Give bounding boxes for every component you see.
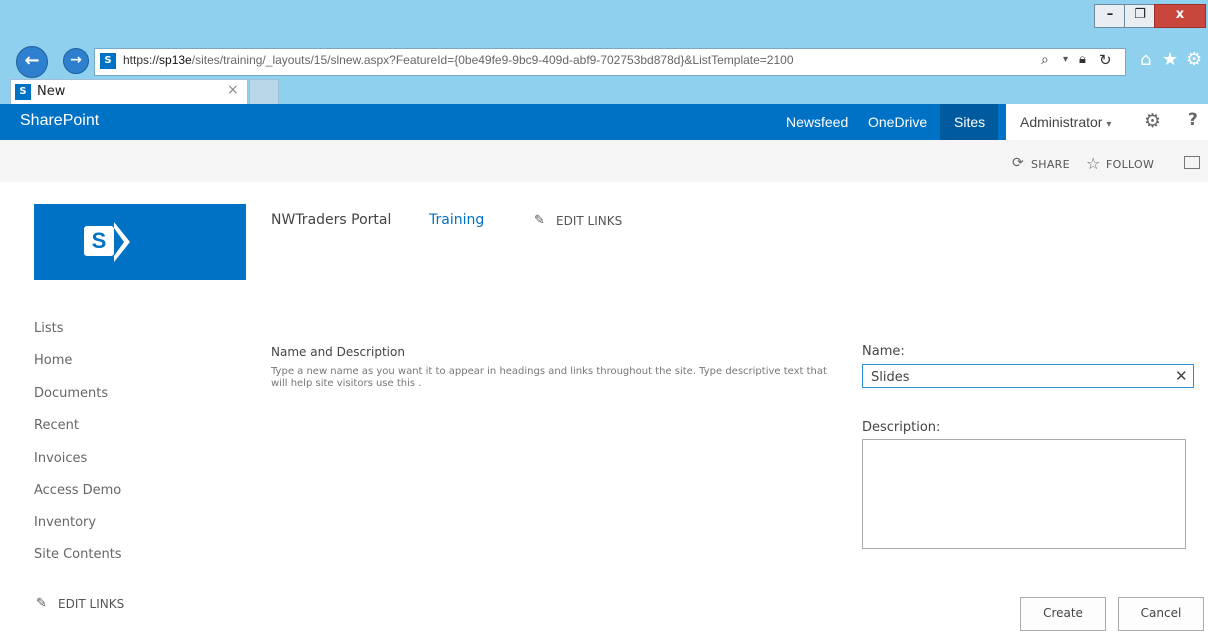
share-button[interactable]: SHARE [1031, 158, 1070, 171]
back-button[interactable]: ← [16, 46, 48, 78]
follow-button[interactable]: FOLLOW [1106, 158, 1154, 171]
home-icon[interactable]: ⌂ [1140, 49, 1151, 70]
restore-button[interactable]: ❐ [1124, 4, 1156, 28]
tab-close-icon[interactable]: × [227, 82, 239, 98]
leftnav-pencil-icon: ✎ [36, 596, 47, 611]
create-button[interactable]: Create [1020, 597, 1106, 631]
action-bar: ⟳ SHARE ☆ FOLLOW [0, 140, 1208, 182]
url-scheme: https:// [123, 53, 160, 67]
suite-link-onedrive[interactable]: OneDrive [868, 114, 927, 130]
leftnav-item-inventory[interactable]: Inventory [34, 515, 96, 530]
clear-icon[interactable]: ✕ [1175, 367, 1188, 385]
leftnav-item-access-demo[interactable]: Access Demo [34, 483, 121, 498]
gear-icon[interactable]: ⚙ [1144, 110, 1161, 132]
close-window-button[interactable]: x [1154, 4, 1206, 28]
leftnav-item-recent[interactable]: Recent [34, 418, 79, 433]
site-logo[interactable]: S [34, 204, 246, 280]
leftnav-item-site-contents[interactable]: Site Contents [34, 547, 122, 562]
topnav-edit-links[interactable]: EDIT LINKS [556, 214, 622, 228]
url-path: /sites/training/_layouts/15/slnew.aspx?F… [191, 53, 794, 67]
tab-favicon-icon: S [15, 84, 31, 100]
address-bar[interactable]: S https://sp13e/sites/training/_layouts/… [94, 48, 1126, 76]
suite-link-sites[interactable]: Sites [954, 114, 985, 130]
description-label: Description: [862, 420, 941, 435]
settings-gear-icon[interactable]: ⚙ [1186, 49, 1202, 70]
leftnav-item-lists[interactable]: Lists [34, 321, 64, 336]
url-host: sp13e [159, 53, 192, 67]
follow-star-icon[interactable]: ☆ [1086, 154, 1101, 173]
pencil-icon: ✎ [534, 213, 545, 228]
forward-button[interactable]: → [63, 48, 89, 74]
suite-link-newsfeed[interactable]: Newsfeed [786, 114, 848, 130]
minimize-button[interactable]: – [1094, 4, 1126, 28]
topnav-portal-link[interactable]: NWTraders Portal [271, 212, 391, 228]
new-tab-button[interactable] [249, 79, 279, 104]
leftnav-edit-links[interactable]: EDIT LINKS [58, 597, 124, 611]
section-title: Name and Description [271, 345, 405, 359]
favorites-star-icon[interactable]: ★ [1162, 49, 1178, 70]
name-label: Name: [862, 344, 905, 359]
dropdown-arrow-icon[interactable]: ▾ [1063, 54, 1068, 65]
browser-chrome: – ❐ x ← → S https://sp13e/sites/training… [0, 0, 1208, 104]
search-icon[interactable]: ⌕ [1041, 52, 1049, 68]
leftnav-item-invoices[interactable]: Invoices [34, 451, 87, 466]
name-input[interactable] [869, 366, 1163, 388]
site-favicon-icon: S [100, 53, 116, 69]
user-menu[interactable]: Administrator ▾ [1020, 114, 1111, 130]
browser-tab-new[interactable]: S New × [10, 79, 248, 104]
user-area: Administrator ▾ ⚙ ? [1006, 104, 1208, 140]
help-icon[interactable]: ? [1188, 110, 1198, 130]
chevron-down-icon: ▾ [1106, 119, 1112, 130]
description-input[interactable] [862, 439, 1186, 549]
user-name: Administrator [1020, 114, 1103, 130]
logo-letter: S [84, 226, 114, 256]
cancel-button[interactable]: Cancel [1118, 597, 1204, 631]
focus-on-content-icon[interactable] [1184, 156, 1200, 169]
leftnav-item-documents[interactable]: Documents [34, 386, 108, 401]
refresh-icon[interactable]: ↻ [1099, 51, 1112, 69]
name-field[interactable]: ✕ [862, 364, 1194, 388]
share-icon[interactable]: ⟳ [1012, 155, 1024, 171]
topnav-training-link[interactable]: Training [429, 212, 484, 228]
leftnav-item-home[interactable]: Home [34, 353, 72, 368]
tab-title: New [37, 84, 66, 99]
section-description: Type a new name as you want it to appear… [271, 366, 827, 389]
url-text[interactable]: https://sp13e/sites/training/_layouts/15… [123, 53, 794, 67]
lock-icon: 🔒︎ [1079, 52, 1086, 67]
sharepoint-brand[interactable]: SharePoint [20, 112, 99, 130]
logo-chevron-inner [114, 228, 124, 256]
